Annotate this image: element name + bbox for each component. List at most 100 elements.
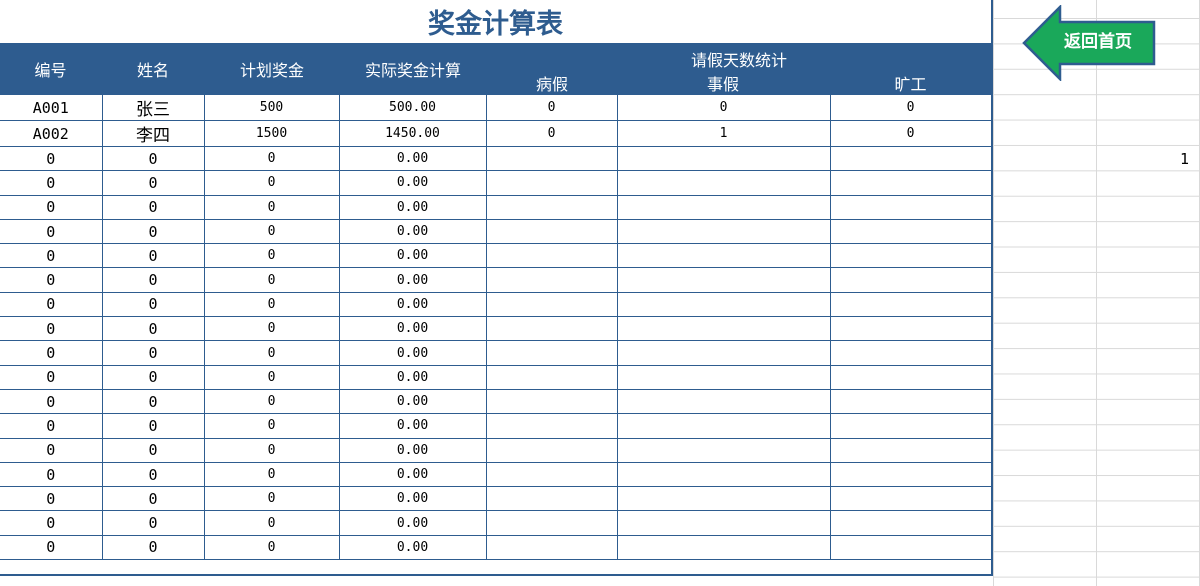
table-cell[interactable] xyxy=(829,388,992,415)
table-cell[interactable] xyxy=(485,170,618,196)
table-cell[interactable] xyxy=(485,145,618,172)
table-cell[interactable]: 0 xyxy=(829,120,992,147)
table-cell[interactable]: 0 xyxy=(0,486,103,512)
table-cell[interactable]: 0 xyxy=(101,510,205,536)
table-cell[interactable]: A001 xyxy=(0,94,103,121)
header-name[interactable]: 姓名 xyxy=(102,57,204,81)
table-cell[interactable] xyxy=(829,291,992,318)
back-to-home-button[interactable]: 返回首页 xyxy=(1022,5,1162,81)
table-cell[interactable]: 0 xyxy=(203,534,340,561)
table-cell[interactable] xyxy=(485,267,618,293)
side-cell-value[interactable]: 1 xyxy=(1180,150,1189,168)
table-cell[interactable]: 0.00 xyxy=(338,461,487,488)
table-cell[interactable] xyxy=(829,243,992,269)
table-cell[interactable]: 0 xyxy=(203,194,340,220)
table-cell[interactable] xyxy=(616,413,831,439)
table-cell[interactable] xyxy=(829,194,992,220)
table-cell[interactable]: 0 xyxy=(101,170,205,196)
table-cell[interactable] xyxy=(829,340,992,366)
table-cell[interactable]: 0 xyxy=(485,94,618,121)
table-cell[interactable]: 0 xyxy=(101,145,205,172)
table-cell[interactable]: 李四 xyxy=(101,120,205,147)
table-cell[interactable]: 0 xyxy=(101,534,205,561)
table-cell[interactable]: 0.00 xyxy=(338,316,487,342)
table-cell[interactable]: 0.00 xyxy=(338,218,487,245)
table-cell[interactable] xyxy=(616,437,831,463)
table-cell[interactable] xyxy=(485,364,618,390)
table-cell[interactable]: A002 xyxy=(0,120,103,147)
table-cell[interactable]: 0 xyxy=(485,120,618,147)
table-cell[interactable]: 0 xyxy=(101,437,205,463)
table-cell[interactable] xyxy=(485,291,618,318)
table-cell[interactable]: 0.00 xyxy=(338,437,487,463)
table-cell[interactable]: 0 xyxy=(101,364,205,390)
table-cell[interactable] xyxy=(829,316,992,342)
table-cell[interactable]: 0.00 xyxy=(338,510,487,536)
header-absence[interactable]: 旷工 xyxy=(830,71,991,95)
table-cell[interactable] xyxy=(829,413,992,439)
table-cell[interactable] xyxy=(829,170,992,196)
table-cell[interactable] xyxy=(485,413,618,439)
table-cell[interactable] xyxy=(616,461,831,488)
table-cell[interactable]: 0 xyxy=(101,194,205,220)
table-cell[interactable] xyxy=(485,388,618,415)
table-cell[interactable]: 0 xyxy=(0,243,103,269)
table-cell[interactable] xyxy=(485,316,618,342)
table-cell[interactable]: 0.00 xyxy=(338,170,487,196)
table-cell[interactable] xyxy=(485,243,618,269)
table-cell[interactable] xyxy=(616,170,831,196)
table-cell[interactable]: 0 xyxy=(0,534,103,561)
table-cell[interactable] xyxy=(616,510,831,536)
table-cell[interactable] xyxy=(829,461,992,488)
table-cell[interactable] xyxy=(485,510,618,536)
table-cell[interactable] xyxy=(485,437,618,463)
header-planned-bonus[interactable]: 计划奖金 xyxy=(205,57,339,81)
table-cell[interactable] xyxy=(616,364,831,390)
header-id[interactable]: 编号 xyxy=(0,57,101,81)
table-cell[interactable] xyxy=(616,145,831,172)
header-sick-leave[interactable]: 病假 xyxy=(487,71,617,95)
table-cell[interactable]: 0 xyxy=(101,340,205,366)
table-cell[interactable]: 0 xyxy=(101,218,205,245)
table-cell[interactable]: 0 xyxy=(0,291,103,318)
table-cell[interactable]: 0 xyxy=(0,461,103,488)
table-cell[interactable]: 0 xyxy=(101,461,205,488)
table-cell[interactable] xyxy=(616,291,831,318)
table-cell[interactable]: 0.00 xyxy=(338,243,487,269)
table-cell[interactable]: 0 xyxy=(203,510,340,536)
table-cell[interactable] xyxy=(829,486,992,512)
table-cell[interactable] xyxy=(829,364,992,390)
table-cell[interactable]: 0 xyxy=(203,316,340,342)
table-cell[interactable] xyxy=(616,194,831,220)
table-cell[interactable]: 0 xyxy=(829,94,992,121)
table-cell[interactable]: 0 xyxy=(203,243,340,269)
table-cell[interactable]: 0 xyxy=(0,170,103,196)
table-cell[interactable] xyxy=(616,388,831,415)
table-cell[interactable] xyxy=(485,461,618,488)
table-cell[interactable]: 0 xyxy=(0,340,103,366)
header-actual-bonus[interactable]: 实际奖金计算 xyxy=(340,57,486,81)
table-cell[interactable] xyxy=(829,534,992,561)
table-cell[interactable] xyxy=(829,510,992,536)
table-cell[interactable]: 0 xyxy=(203,388,340,415)
table-cell[interactable]: 0 xyxy=(0,364,103,390)
table-cell[interactable]: 0 xyxy=(203,145,340,172)
table-cell[interactable]: 0 xyxy=(616,94,831,121)
table-cell[interactable] xyxy=(485,340,618,366)
table-cell[interactable]: 张三 xyxy=(101,94,205,121)
table-cell[interactable] xyxy=(616,316,831,342)
table-cell[interactable]: 0 xyxy=(203,267,340,293)
table-cell[interactable]: 0 xyxy=(0,145,103,172)
table-cell[interactable]: 0.00 xyxy=(338,534,487,561)
table-cell[interactable]: 0 xyxy=(203,413,340,439)
table-cell[interactable]: 0 xyxy=(101,413,205,439)
table-cell[interactable]: 0 xyxy=(0,437,103,463)
table-cell[interactable]: 0.00 xyxy=(338,145,487,172)
table-cell[interactable] xyxy=(616,340,831,366)
table-cell[interactable]: 0 xyxy=(101,243,205,269)
table-cell[interactable]: 0 xyxy=(203,218,340,245)
table-cell[interactable]: 0 xyxy=(203,364,340,390)
table-cell[interactable]: 0 xyxy=(203,340,340,366)
table-cell[interactable]: 0 xyxy=(0,267,103,293)
table-cell[interactable]: 0 xyxy=(203,461,340,488)
